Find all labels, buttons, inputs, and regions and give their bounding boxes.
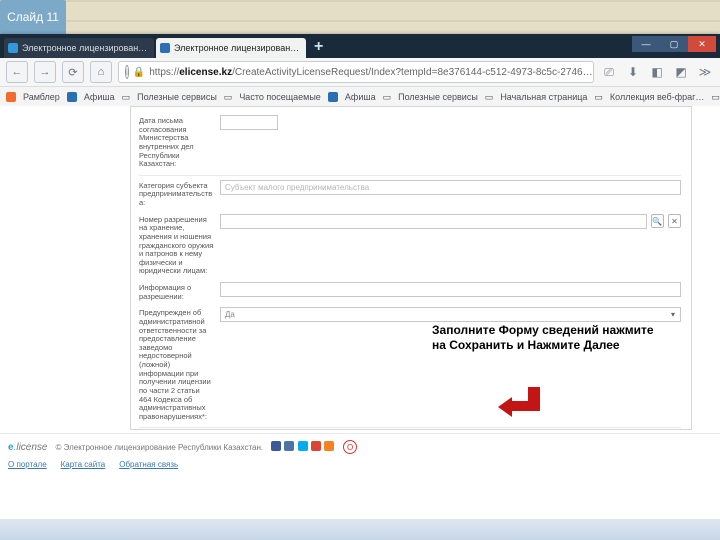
forward-button[interactable]: → (34, 61, 56, 83)
site-info-icon[interactable]: i (125, 65, 129, 79)
social-g-icon[interactable] (311, 441, 321, 451)
close-window-button[interactable]: ✕ (688, 36, 716, 52)
opera-icon[interactable]: O (343, 440, 357, 454)
folder-icon: ▭ (485, 92, 494, 103)
extension-icon[interactable]: ◩ (672, 63, 690, 81)
footer-link-sitemap[interactable]: Карта сайта (61, 460, 106, 469)
sidebar-toggle-icon[interactable]: ⎚ (600, 63, 618, 81)
windows-taskbar (0, 518, 720, 540)
social-fb-icon[interactable] (284, 441, 294, 451)
form-row: Категория субъекта предпринимательства: … (139, 180, 681, 208)
social-tw-icon[interactable] (298, 441, 308, 451)
form-row: Номер разрешения на хранение, хранения и… (139, 214, 681, 276)
close-icon[interactable]: ✕ (305, 43, 306, 54)
field-label: Номер разрешения на хранение, хранения и… (139, 214, 214, 276)
extension-icon[interactable]: ◧ (648, 63, 666, 81)
bookmark-item[interactable]: Полезные сервисы (398, 92, 478, 102)
tab-active[interactable]: Электронное лицензирован… ✕ (156, 38, 306, 58)
field-label: Дата письма согласования Министерства вн… (139, 115, 214, 169)
footer-link-about[interactable]: О портале (8, 460, 47, 469)
social-icons (271, 441, 335, 453)
address-bar[interactable]: i 🔒 https:// elicense.kz /CreateActivity… (118, 61, 594, 83)
lock-icon: 🔒 (133, 67, 145, 78)
license-form: Дата письма согласования Министерства вн… (130, 106, 692, 430)
bookmark-favicon-icon (67, 92, 77, 102)
new-tab-button[interactable]: + (308, 38, 329, 58)
favicon-icon (8, 43, 18, 53)
back-button[interactable]: ← (6, 61, 28, 83)
url-path: /CreateActivityLicenseRequest/Index?temp… (232, 67, 593, 78)
folder-icon: ▭ (224, 92, 233, 103)
separator (139, 175, 681, 176)
bookmarks-bar: Рамблер Афиша ▭ Полезные сервисы ▭ Часто… (0, 87, 720, 108)
search-icon[interactable]: 🔍 (651, 214, 664, 228)
tab-strip: Электронное лицензирован… ✕ Электронное … (0, 34, 720, 58)
category-input[interactable]: Субъект малого предпринимательства (220, 180, 681, 195)
bookmark-item[interactable]: Коллекция веб-фраг… (610, 92, 705, 102)
footer-link-feedback[interactable]: Обратная связь (119, 460, 178, 469)
zoom-badge[interactable]: 80% (593, 64, 594, 80)
folder-icon: ▭ (594, 92, 603, 103)
favicon-icon (160, 43, 170, 53)
downloads-icon[interactable]: ⬇ (624, 63, 642, 81)
social-ok-icon[interactable] (324, 441, 334, 451)
form-row: Дата письма согласования Министерства вн… (139, 115, 681, 169)
bookmark-item[interactable]: Полезные сервисы (137, 92, 217, 102)
folder-icon: ▭ (383, 92, 392, 103)
window-controls: — ▢ ✕ (632, 36, 716, 52)
url-bar: ← → ⟳ ⌂ i 🔒 https:// elicense.kz /Create… (0, 58, 720, 87)
footer-logo: e.license (8, 442, 47, 453)
clear-icon[interactable]: ✕ (668, 214, 681, 228)
field-label: Предупрежден об административной ответст… (139, 307, 214, 421)
form-row: Информация о разрешении: (139, 282, 681, 301)
tab-label: Электронное лицензирован… (22, 43, 147, 53)
reload-button[interactable]: ⟳ (62, 61, 84, 83)
bookmark-favicon-icon (328, 92, 338, 102)
separator (139, 427, 681, 428)
folder-icon: ▭ (711, 92, 720, 103)
bookmark-favicon-icon (6, 92, 16, 102)
bookmark-item[interactable]: Рамблер (23, 92, 60, 102)
field-label: Информация о разрешении: (139, 282, 214, 301)
instruction-callout: Заполните Форму сведений нажмите на Сохр… (432, 323, 657, 353)
overflow-menu-icon[interactable]: ≫ (696, 63, 714, 81)
bookmark-item[interactable]: Афиша (345, 92, 376, 102)
url-host: elicense.kz (179, 67, 232, 78)
warning-select[interactable]: Да (220, 307, 681, 322)
minimize-button[interactable]: — (632, 36, 660, 52)
site-footer: e.license © Электронное лицензирование Р… (0, 433, 720, 476)
slide-number-badge: Слайд 11 (0, 0, 66, 35)
permit-info-input[interactable] (220, 282, 681, 297)
field-label: Категория субъекта предпринимательства: (139, 180, 214, 208)
bookmark-item[interactable]: Афиша (84, 92, 115, 102)
page-content: Дата письма согласования Министерства вн… (0, 106, 720, 476)
bookmark-item[interactable]: Часто посещаемые (239, 92, 321, 102)
permit-number-input[interactable] (220, 214, 647, 229)
pointer-arrow-icon (500, 387, 540, 421)
bookmark-item[interactable]: Начальная страница (500, 92, 587, 102)
tab-inactive[interactable]: Электронное лицензирован… ✕ (4, 38, 154, 58)
footer-links: О портале Карта сайта Обратная связь (0, 460, 720, 475)
close-icon[interactable]: ✕ (153, 43, 154, 54)
maximize-button[interactable]: ▢ (660, 36, 688, 52)
social-vk-icon[interactable] (271, 441, 281, 451)
browser-window: Электронное лицензирован… ✕ Электронное … (0, 34, 720, 518)
home-button[interactable]: ⌂ (90, 61, 112, 83)
folder-icon: ▭ (122, 92, 131, 103)
url-scheme: https:// (149, 67, 179, 78)
tab-label: Электронное лицензирован… (174, 43, 299, 53)
footer-copyright: © Электронное лицензирование Республики … (55, 443, 263, 452)
date-input[interactable] (220, 115, 278, 130)
